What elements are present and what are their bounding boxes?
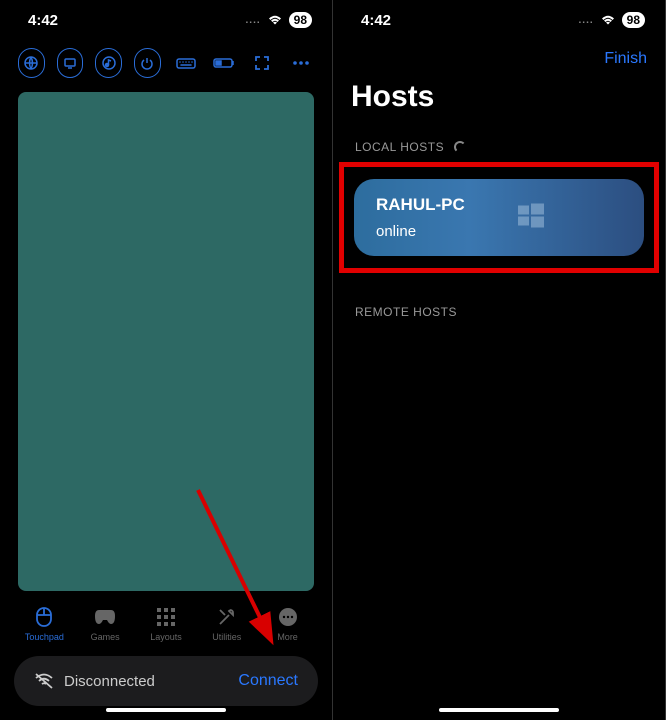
tab-touchpad[interactable]: Touchpad (16, 605, 72, 642)
tab-label: Layouts (150, 632, 182, 642)
keyboard-icon[interactable] (173, 48, 199, 78)
connect-button[interactable]: Connect (238, 672, 298, 690)
page-title: Hosts (333, 76, 665, 132)
connection-status-text: Disconnected (64, 673, 155, 690)
remote-hosts-header: REMOTE HOSTS (333, 273, 665, 351)
battery-bar-icon[interactable] (211, 48, 237, 78)
left-screenshot: 4:42 .... 98 Touchpad Games (0, 0, 333, 720)
nav-bar: Finish (333, 40, 665, 76)
connection-status: Disconnected (34, 672, 155, 690)
connection-bar: Disconnected Connect (14, 656, 318, 706)
tab-more[interactable]: More (260, 605, 316, 642)
touchpad-surface[interactable] (18, 92, 314, 591)
mouse-icon (32, 605, 56, 629)
battery-level: 98 (289, 12, 312, 28)
windows-icon (518, 202, 544, 233)
expand-icon[interactable] (249, 48, 275, 78)
status-right: .... 98 (246, 12, 312, 28)
grid-icon (154, 605, 178, 629)
wifi-off-icon (34, 672, 54, 690)
cellular-dots-icon: .... (246, 15, 261, 26)
home-indicator (106, 708, 226, 712)
host-status: online (376, 223, 622, 240)
tab-label: More (277, 632, 298, 642)
tab-label: Touchpad (25, 632, 64, 642)
tab-utilities[interactable]: Utilities (199, 605, 255, 642)
browser-icon[interactable] (18, 48, 45, 78)
spinner-icon (454, 141, 466, 153)
status-time: 4:42 (361, 12, 391, 29)
more-circle-icon (276, 605, 300, 629)
tab-layouts[interactable]: Layouts (138, 605, 194, 642)
tab-games[interactable]: Games (77, 605, 133, 642)
tab-label: Games (91, 632, 120, 642)
annotation-highlight: RAHUL-PC online (339, 162, 659, 273)
wifi-icon (600, 14, 616, 26)
more-icon[interactable] (288, 48, 314, 78)
gamepad-icon (93, 605, 117, 629)
power-icon[interactable] (134, 48, 161, 78)
wifi-icon (267, 14, 283, 26)
home-indicator (439, 708, 559, 712)
cellular-dots-icon: .... (579, 15, 594, 26)
status-bar: 4:42 .... 98 (333, 0, 665, 40)
local-hosts-label: LOCAL HOSTS (355, 140, 444, 154)
music-icon[interactable] (95, 48, 122, 78)
bottom-tabs: Touchpad Games Layouts Utilities More (0, 599, 332, 646)
host-name: RAHUL-PC (376, 195, 622, 215)
status-time: 4:42 (28, 12, 58, 29)
battery-level: 98 (622, 12, 645, 28)
host-card[interactable]: RAHUL-PC online (354, 179, 644, 256)
status-right: .... 98 (579, 12, 645, 28)
tab-label: Utilities (212, 632, 241, 642)
status-bar: 4:42 .... 98 (0, 0, 332, 40)
finish-button[interactable]: Finish (604, 50, 647, 68)
tools-icon (215, 605, 239, 629)
right-screenshot: 4:42 .... 98 Finish Hosts LOCAL HOSTS RA… (333, 0, 666, 720)
action-toolbar (0, 40, 332, 86)
monitor-icon[interactable] (57, 48, 84, 78)
local-hosts-header: LOCAL HOSTS (333, 132, 665, 162)
